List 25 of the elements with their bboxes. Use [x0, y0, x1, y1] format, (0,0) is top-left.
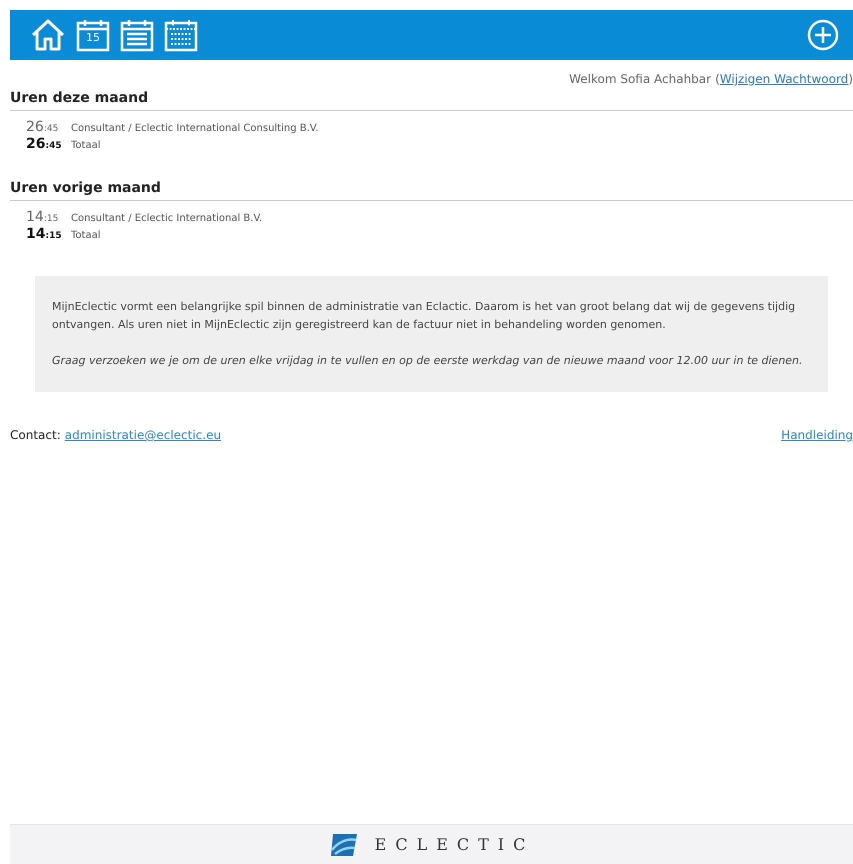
manual-link[interactable]: Handleiding: [781, 426, 853, 444]
welcome-text: Welkom Sofia Achahbar: [569, 71, 712, 88]
section-heading: Uren vorige maand: [10, 178, 853, 201]
section-heading: Uren deze maand: [10, 88, 853, 111]
paren: ): [848, 71, 853, 88]
total-hours: 26:45: [26, 135, 63, 154]
add-icon[interactable]: [807, 19, 839, 51]
total-label: Totaal: [71, 229, 100, 243]
home-icon[interactable]: [30, 18, 66, 52]
paren: (: [715, 71, 720, 88]
calendar-grid-icon[interactable]: [164, 18, 198, 52]
logo-text: ECLECTIC: [374, 834, 534, 856]
hours-value: 26:45: [26, 118, 60, 137]
total-hours: 14:15: [26, 225, 63, 244]
contact-label: Contact:: [10, 427, 61, 444]
total-label: Totaal: [71, 139, 100, 153]
notice-paragraph: Graag verzoeken we je om de uren elke vrijdag in te vullen en op de eerste werkdag van de nieuwe maand voor 12.00 uur in te dienen.: [52, 353, 804, 369]
logo-icon: [328, 832, 359, 858]
hours-value: 14:15: [26, 208, 60, 227]
email-link[interactable]: administratie@eclectic.eu: [64, 426, 222, 444]
entry-label: Consultant / Eclectic International Consulting B.V.: [71, 122, 319, 136]
notice-paragraph: MijnEclectic vormt een belangrijke spil binnen de administratie van Eclactic. Daarom is het van groot belang dat wij de gegevens tijdig ontvangen. Als uren niet in MijnEclectic zijn geregistreerd kan de factuur niet in behandeling worden genomen.: [52, 299, 796, 333]
change-password-link[interactable]: Wijzigen Wachtwoord: [720, 70, 848, 88]
calendar-list-icon[interactable]: [120, 18, 154, 52]
entry-label: Consultant / Eclectic International B.V.: [71, 212, 262, 226]
